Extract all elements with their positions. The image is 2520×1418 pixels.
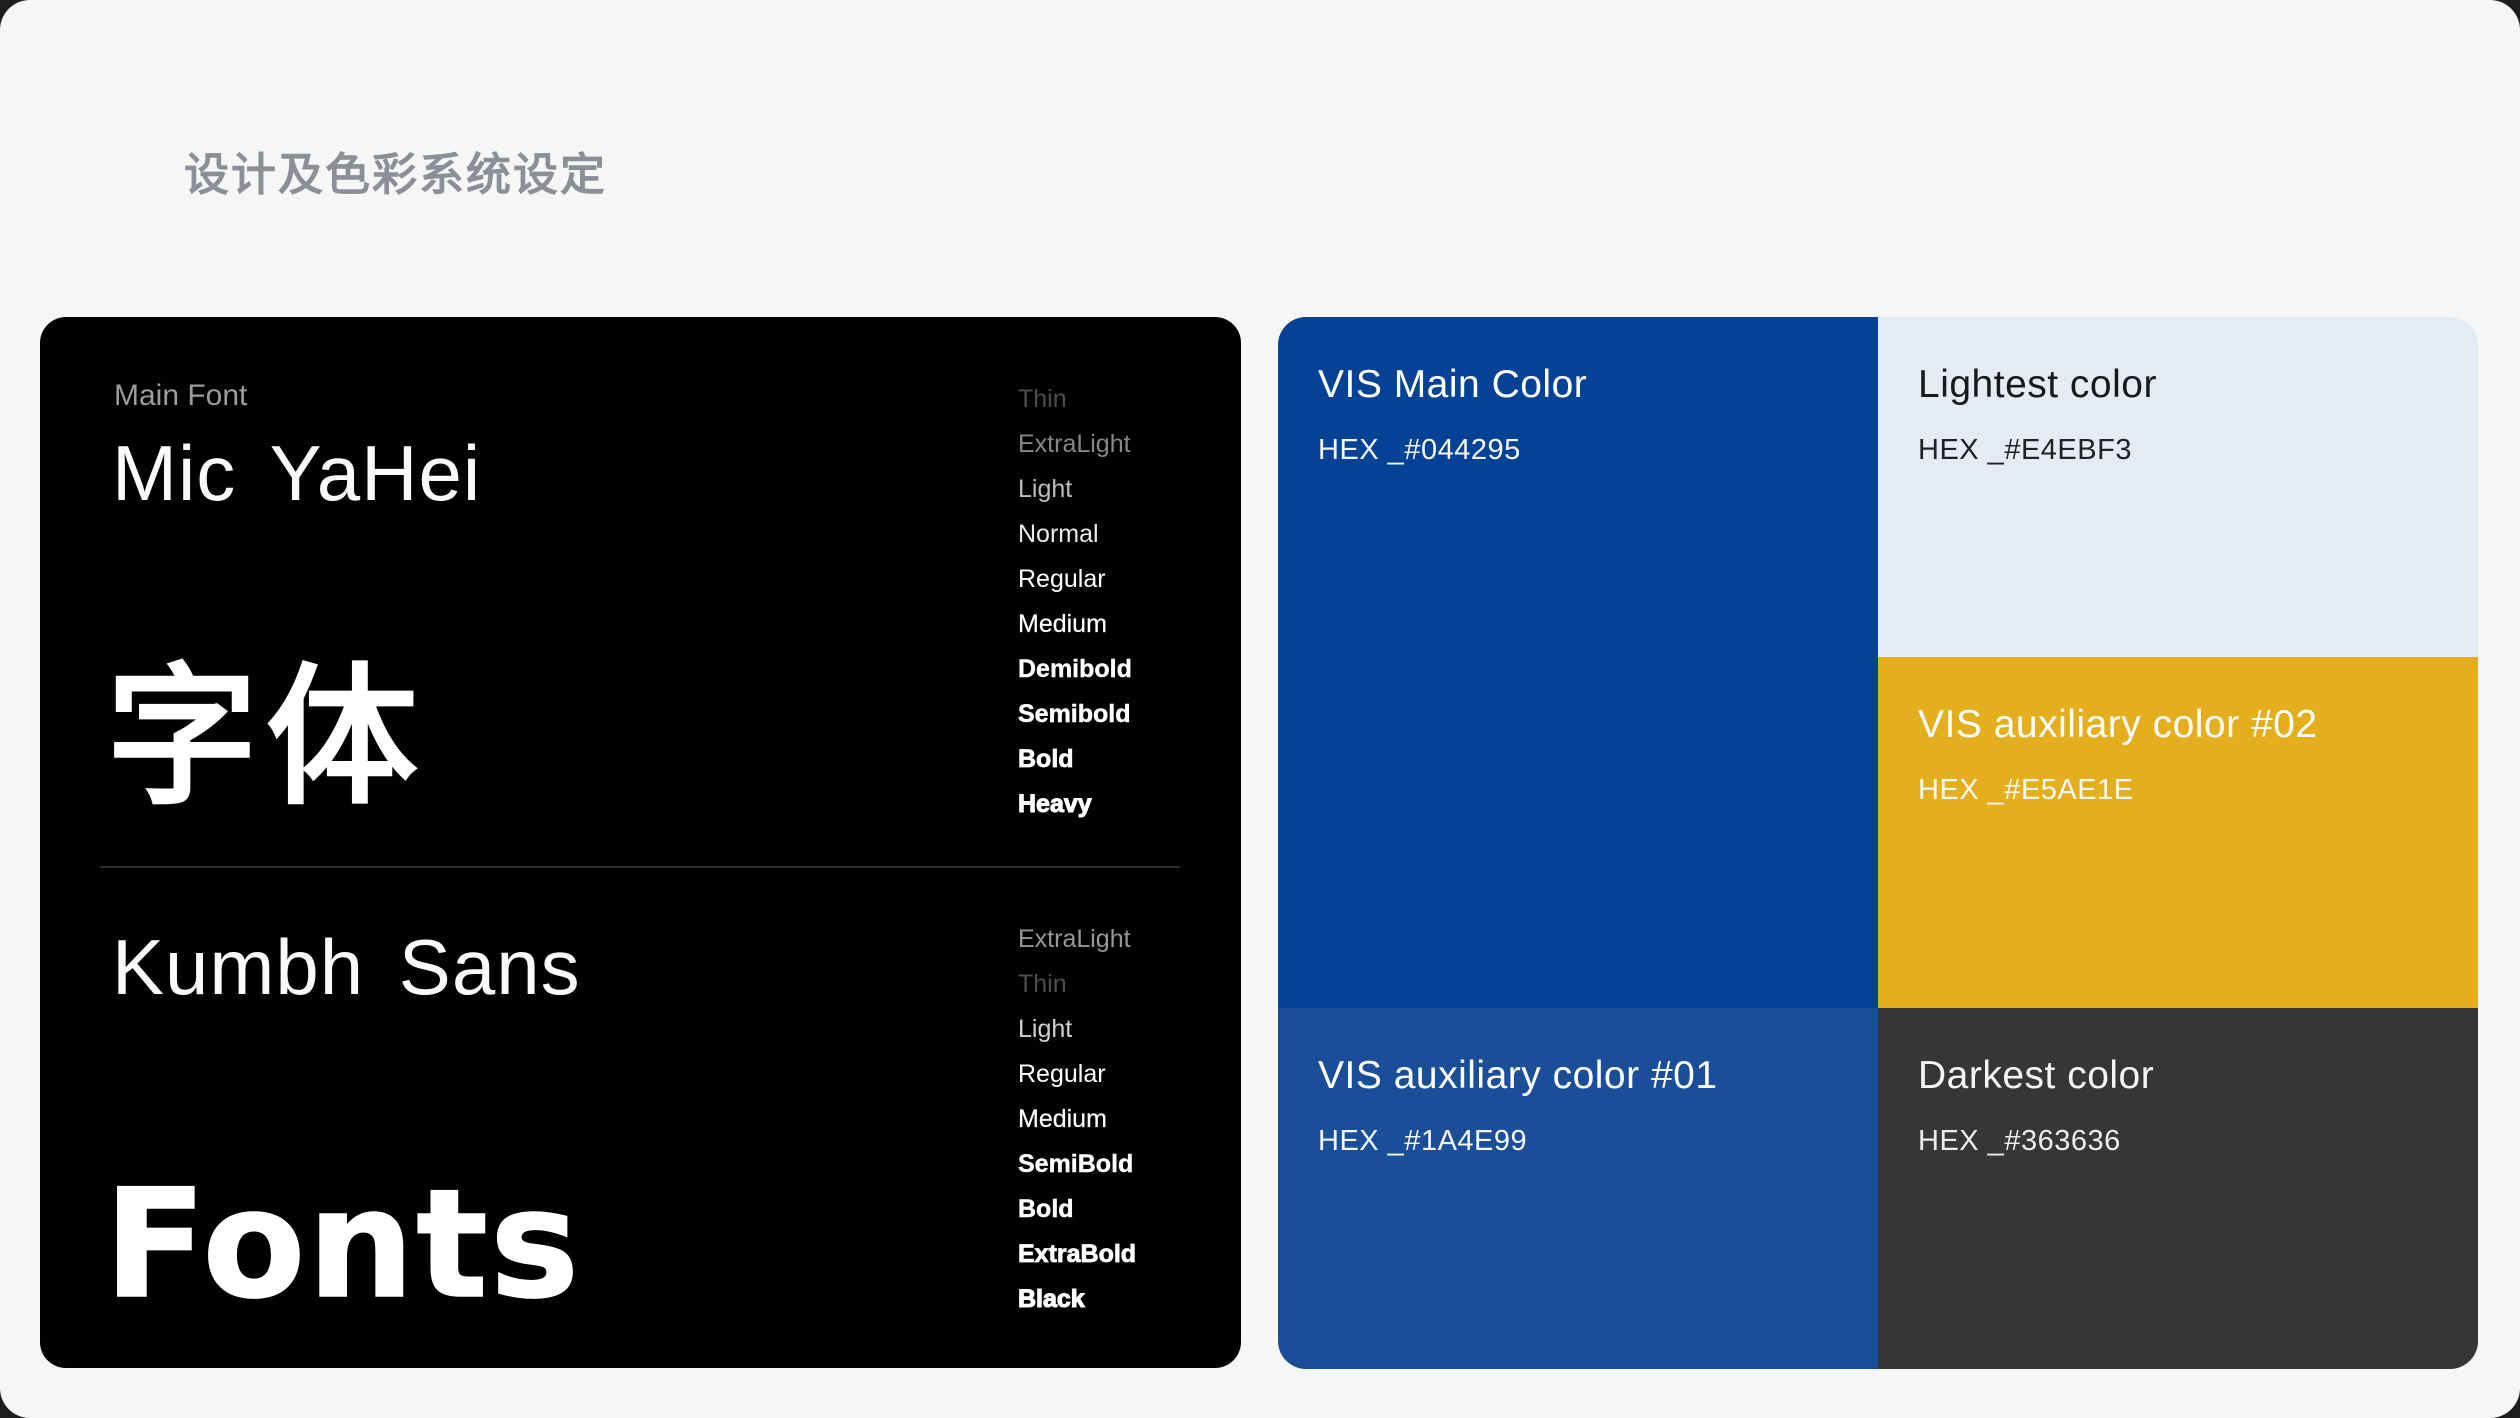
weight-item-semibold: SemiBold	[1018, 1150, 1134, 1178]
color-hex-value: HEX _#363636	[1918, 1124, 2121, 1157]
weight-item-bold: Bold	[1018, 745, 1074, 774]
color-card-auxiliary-01: VIS auxiliary color #01 HEX _#1A4E99	[1278, 1008, 1878, 1369]
design-system-page: 设计及色彩系统设定 Main Font Mic YaHei 字体 Thin Ex…	[0, 0, 2520, 1418]
weight-item-normal: Normal	[1018, 520, 1099, 548]
weight-item-thin: Thin	[1018, 970, 1067, 998]
weight-item-semibold: Semibold	[1018, 700, 1131, 729]
weight-item-regular: Regular	[1018, 1060, 1106, 1088]
color-name: VIS auxiliary color #02	[1918, 703, 2318, 746]
page-title: 设计及色彩系统设定	[184, 149, 608, 200]
weight-item-light: Light	[1018, 475, 1073, 503]
color-name: VIS auxiliary color #01	[1318, 1054, 1718, 1097]
color-name: VIS Main Color	[1318, 363, 1588, 406]
weight-item-demibold: Demibold	[1018, 655, 1132, 683]
font-specimen-card: Main Font Mic YaHei 字体 Thin ExtraLight L…	[40, 317, 1241, 1368]
color-name: Lightest color	[1918, 363, 2157, 406]
divider	[100, 866, 1180, 868]
color-card-darkest: Darkest color HEX _#363636	[1878, 1008, 2478, 1369]
weight-item-extralight: ExtraLight	[1018, 430, 1131, 458]
color-card-auxiliary-02: VIS auxiliary color #02 HEX _#E5AE1E	[1878, 657, 2478, 1008]
font-sample-latin: Fonts	[103, 1158, 582, 1332]
weight-item-extralight: ExtraLight	[1018, 925, 1131, 953]
weight-item-heavy: Heavy	[1018, 790, 1093, 819]
color-hex-value: HEX _#E5AE1E	[1918, 773, 2134, 806]
main-font-label: Main Font	[114, 379, 248, 412]
color-hex-value: HEX _#044295	[1318, 433, 1521, 466]
font-sample-cjk: 字体	[106, 653, 426, 823]
color-hex-value: HEX _#E4EBF3	[1918, 433, 2132, 466]
weight-item-extrabold: ExtraBold	[1018, 1240, 1137, 1269]
weight-item-bold: Bold	[1018, 1195, 1074, 1224]
weight-item-medium: Medium	[1018, 610, 1107, 638]
color-card-vis-main: VIS Main Color HEX _#044295	[1278, 317, 1878, 1008]
font-name-kumbh-sans: Kumbh Sans	[112, 923, 581, 1011]
weight-item-medium: Medium	[1018, 1105, 1107, 1133]
color-name: Darkest color	[1918, 1054, 2155, 1097]
weight-item-black: Black	[1017, 1284, 1085, 1313]
color-card-lightest: Lightest color HEX _#E4EBF3	[1878, 317, 2478, 657]
color-hex-value: HEX _#1A4E99	[1318, 1124, 1528, 1157]
weight-item-light: Light	[1018, 1015, 1073, 1043]
weight-list-mic-yahei: Thin ExtraLight Light Normal Regular Med…	[1018, 377, 1238, 827]
font-name-mic-yahei: Mic YaHei	[112, 429, 482, 517]
color-palette-grid: VIS Main Color HEX _#044295 Lightest col…	[1278, 317, 2478, 1369]
weight-list-kumbh-sans: ExtraLight Thin Light Regular Medium Sem…	[1017, 917, 1238, 1322]
weight-item-thin: Thin	[1018, 385, 1067, 413]
weight-item-regular: Regular	[1018, 565, 1106, 593]
